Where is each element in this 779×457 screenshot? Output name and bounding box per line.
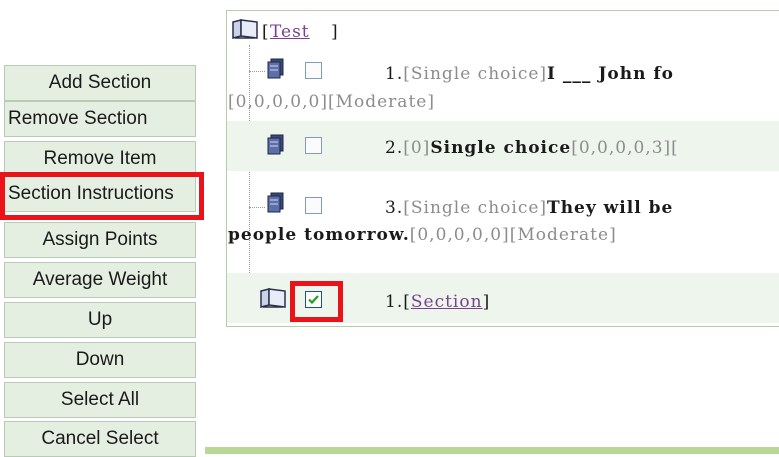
item-2-number: 2. xyxy=(385,138,404,158)
item-1-number: 1. xyxy=(385,64,404,84)
remove-item-button[interactable]: Remove Item xyxy=(4,141,196,177)
average-weight-button[interactable]: Average Weight xyxy=(4,262,196,298)
section-number: 1. xyxy=(385,292,404,312)
item-3-text-cont: people tomorrow. xyxy=(228,225,410,245)
item-1-text: I ___ John fo xyxy=(547,64,675,84)
toolbar-column: Add Section Remove Section Remove Item S… xyxy=(0,0,210,457)
item-3-checkbox[interactable] xyxy=(305,197,322,214)
item-2-meta: [0,0,0,0,3][ xyxy=(571,138,679,158)
cancel-select-button[interactable]: Cancel Select xyxy=(4,421,196,457)
book-icon xyxy=(260,288,286,308)
remove-section-button[interactable]: Remove Section xyxy=(4,101,196,137)
root-link-test[interactable]: Test xyxy=(270,22,310,42)
assign-points-button[interactable]: Assign Points xyxy=(4,222,196,258)
item-1-line1: 1.[Single choice]I ___ John fo xyxy=(385,64,674,84)
root-bracket-open: [ xyxy=(262,22,270,42)
bottom-bar xyxy=(205,447,779,454)
add-section-button[interactable]: Add Section xyxy=(4,65,196,101)
item-3-text: They will be xyxy=(547,198,674,218)
section-bracket-open: [ xyxy=(403,292,411,312)
item-2-type: [0] xyxy=(403,138,431,158)
item-3-type: [Single choice] xyxy=(403,198,548,218)
up-button[interactable]: Up xyxy=(4,302,196,338)
tree-item-1[interactable]: 1.[Single choice]I ___ John fo [0,0,0,0,… xyxy=(227,47,779,112)
item-2-line1: 2.[0]Single choice[0,0,0,0,3][ xyxy=(385,138,679,158)
item-3-meta: [0,0,0,0,0][Moderate] xyxy=(409,225,617,245)
section-checkbox[interactable] xyxy=(305,291,322,308)
item-1-meta: [0,0,0,0,0][Moderate] xyxy=(228,92,435,112)
tree-item-3[interactable]: 3.[Single choice]They will be people tom… xyxy=(227,183,779,273)
section-bracket-close: ] xyxy=(482,292,491,312)
item-2-text: Single choice xyxy=(430,138,572,158)
section-instructions-button[interactable]: Section Instructions xyxy=(4,176,196,212)
book-icon xyxy=(232,19,258,39)
item-1-checkbox[interactable] xyxy=(305,62,322,79)
item-3-number: 3. xyxy=(385,198,404,218)
down-button[interactable]: Down xyxy=(4,342,196,378)
item-3-line2: people tomorrow.[0,0,0,0,0][Moderate] xyxy=(228,225,617,245)
root-bracket-close: ] xyxy=(331,22,339,42)
item-1-type: [Single choice] xyxy=(403,64,548,84)
item-2-checkbox[interactable] xyxy=(305,137,322,154)
document-icon xyxy=(267,58,284,79)
document-icon xyxy=(267,134,284,155)
tree-root-row: [ Test ] xyxy=(227,11,779,47)
section-line: 1.[Section] xyxy=(385,292,490,312)
tree-section-row[interactable]: 1.[Section] xyxy=(227,273,779,323)
select-all-button[interactable]: Select All xyxy=(4,382,196,418)
tree-item-2[interactable]: 2.[0]Single choice[0,0,0,0,3][ xyxy=(227,121,779,171)
question-tree: [ Test ] 1.[Single choice]I ___ John fo … xyxy=(226,10,779,327)
section-link[interactable]: Section xyxy=(411,292,483,312)
item-3-line1: 3.[Single choice]They will be xyxy=(385,198,673,218)
document-icon xyxy=(267,192,284,213)
checkmark-icon xyxy=(308,295,319,305)
